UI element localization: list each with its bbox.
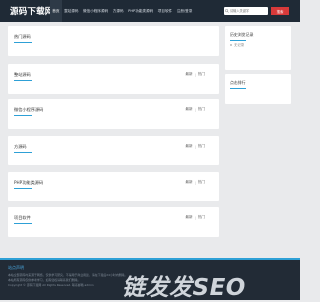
latest-link[interactable]: 最新 <box>185 144 192 149</box>
link-separator: | <box>194 144 196 149</box>
hot-link[interactable]: 热门 <box>198 107 205 112</box>
nav-item-php[interactable]: PHP功能类源码 <box>126 0 156 22</box>
latest-link[interactable]: 最新 <box>185 180 192 185</box>
section-links: 最新 | 热门 <box>185 107 205 112</box>
nav-item-site-source[interactable]: 整站源码 <box>62 0 81 22</box>
section-links: 最新 | 热门 <box>185 215 205 220</box>
link-separator: | <box>194 107 196 112</box>
site-logo[interactable]: 源码下载网 <box>10 5 54 17</box>
history-title: 历史浏览记录 <box>230 32 254 41</box>
latest-link[interactable]: 最新 <box>185 215 192 220</box>
section-links: 最新 | 热门 <box>185 144 205 149</box>
latest-link[interactable]: 最新 <box>185 107 192 112</box>
section-title: PHP功能类源码 <box>14 180 44 189</box>
nav-item-login[interactable]: 注册/登录 <box>174 0 194 22</box>
footer-line: 本站所有源码仅供参考学习，如有侵权请联系我们删除。 <box>8 278 81 282</box>
section-title: 微信小程序源码 <box>14 107 44 116</box>
section-card-hot: 热门源码 <box>8 26 219 56</box>
history-panel: 历史浏览记录 无记录 <box>225 26 291 70</box>
section-card-software: 项目软件 最新 | 热门 <box>8 207 219 237</box>
top-header: 源码下载网 首页 整站源码 微信小程序源码 方源码 PHP功能类源码 项目软件 … <box>0 0 300 22</box>
hot-link[interactable]: 热门 <box>198 144 205 149</box>
footer-line: 本站全部源码均来源于网络，仅供学习研究，不得用于商业用途，请在下载后24小时内删… <box>8 273 128 277</box>
nav-item-software[interactable]: 项目软件 <box>155 0 174 22</box>
nav-item-home[interactable]: 首页 <box>50 0 62 22</box>
bullet-icon <box>230 43 232 46</box>
section-card-source: 方源码 最新 | 热门 <box>8 136 219 165</box>
footer-line: Copyright © 源码下载网 All Rights Reserved. 联… <box>8 283 94 287</box>
site-footer: 站点声明 本站全部源码均来源于网络，仅供学习研究，不得用于商业用途，请在下载后2… <box>0 258 300 301</box>
hot-link[interactable]: 热门 <box>198 72 205 77</box>
search-input[interactable] <box>230 7 266 15</box>
section-title: 热门源码 <box>14 34 32 43</box>
section-card-site-source: 整站源码 最新 | 热门 <box>8 64 219 94</box>
search-box <box>224 7 268 15</box>
history-empty: 无记录 <box>230 42 244 47</box>
link-separator: | <box>194 215 196 220</box>
hot-link[interactable]: 热门 <box>198 215 205 220</box>
section-title: 项目软件 <box>14 215 32 224</box>
section-links: 最新 | 热门 <box>185 72 205 77</box>
section-card-wechat-miniprogram: 微信小程序源码 最新 | 热门 <box>8 99 219 129</box>
link-separator: | <box>194 72 196 77</box>
nav-item-source[interactable]: 方源码 <box>111 0 126 22</box>
section-title: 整站源码 <box>14 72 32 81</box>
footer-title: 站点声明 <box>8 265 24 270</box>
ranking-panel: 点击排行 <box>225 74 291 104</box>
watermark-brand: 链发发SEO <box>122 275 246 301</box>
section-card-php: PHP功能类源码 最新 | 热门 <box>8 172 219 201</box>
nav-item-wechat-miniprogram[interactable]: 微信小程序源码 <box>81 0 111 22</box>
hot-link[interactable]: 热门 <box>198 180 205 185</box>
main-nav: 首页 整站源码 微信小程序源码 方源码 PHP功能类源码 项目软件 注册/登录 <box>50 0 195 22</box>
section-links: 最新 | 热门 <box>185 180 205 185</box>
search-button[interactable]: 搜索 <box>271 7 289 15</box>
history-empty-text: 无记录 <box>234 43 245 47</box>
ranking-title: 点击排行 <box>230 80 246 89</box>
link-separator: | <box>194 180 196 185</box>
section-title: 方源码 <box>14 144 32 153</box>
latest-link[interactable]: 最新 <box>185 72 192 77</box>
